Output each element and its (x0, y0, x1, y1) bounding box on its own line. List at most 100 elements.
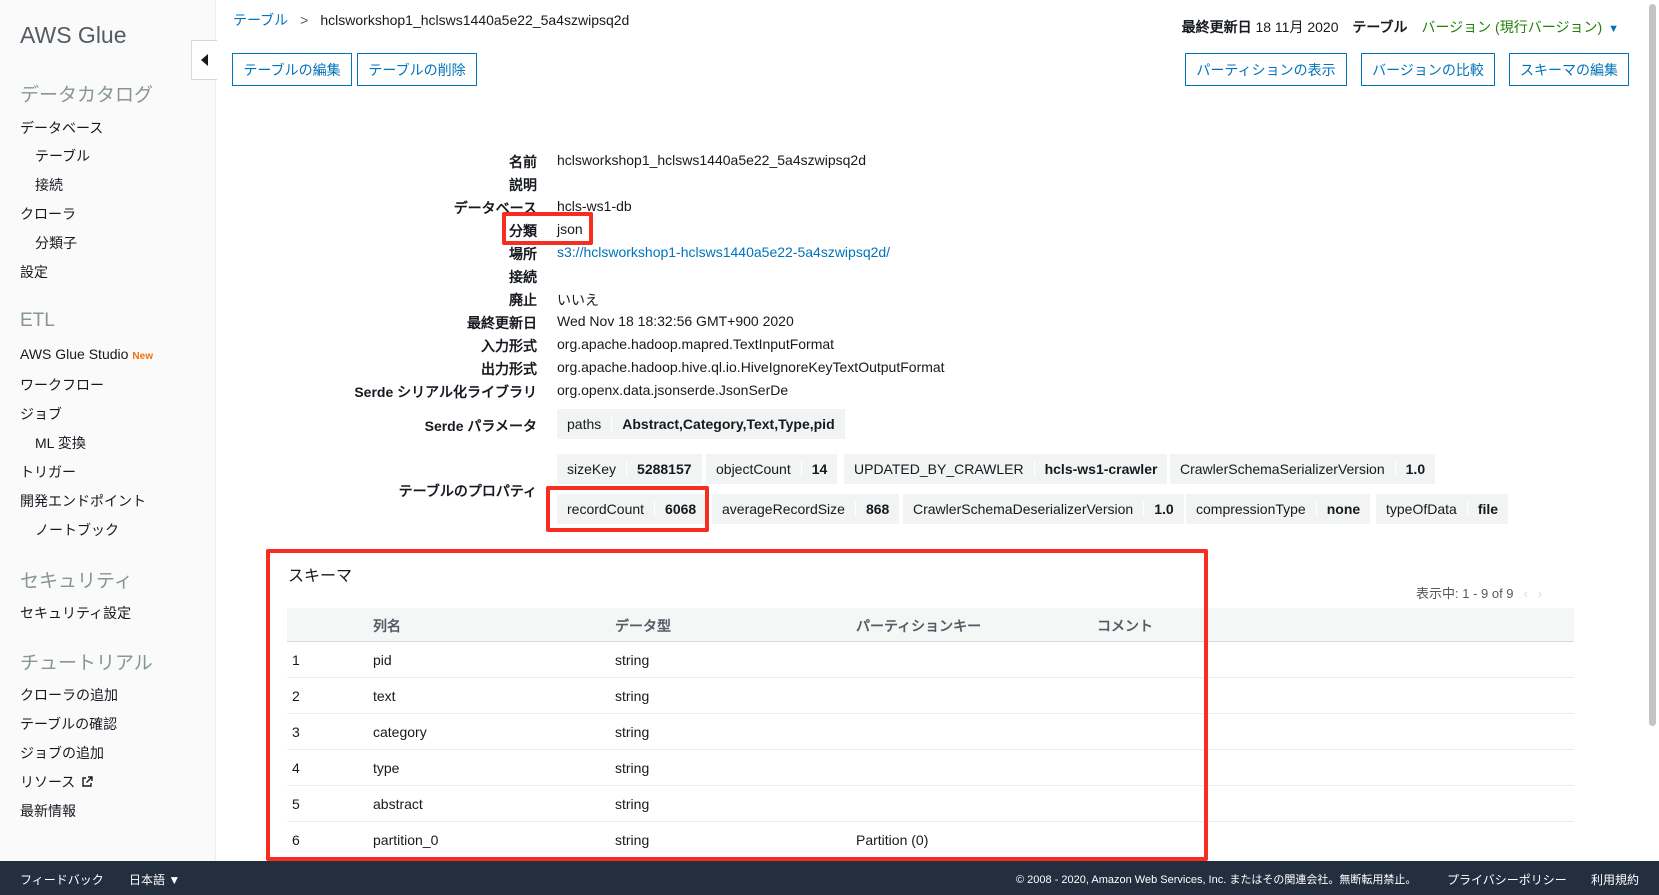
compare-versions-button[interactable]: バージョンの比較 (1361, 53, 1495, 86)
last-updated-detail-label: 最終更新日 (467, 315, 537, 331)
sidebar-item-resources-label: リソース (20, 774, 76, 790)
table-prop-chip: UPDATED_BY_CRAWLER hcls-ws1-crawler (844, 454, 1168, 484)
feedback-link[interactable]: フィードバック (20, 871, 104, 888)
table-prop-chip: CrawlerSchemaDeserializerVersion 1.0 (903, 494, 1184, 524)
output-format-label: 出力形式 (481, 361, 537, 377)
sidebar-item-security-settings[interactable]: セキュリティ設定 (20, 603, 131, 623)
last-updated-value: 18 11月 2020 (1255, 19, 1339, 35)
sidebar: AWS Glue データカタログ データベース テーブル 接続 クローラ 分類子… (0, 0, 216, 861)
terms-link[interactable]: 利用規約 (1591, 871, 1639, 888)
version-selector[interactable]: 最終更新日 18 11月 2020 テーブル バージョン (現行バージョン) ▼ (1182, 17, 1619, 37)
table-prop-value: 1.0 (1143, 501, 1183, 517)
deprecated-label: 廃止 (509, 292, 537, 308)
page-scrollbar[interactable] (1649, 4, 1656, 726)
sidebar-item-ml-transforms[interactable]: ML 変換 (35, 433, 86, 453)
sidebar-item-databases[interactable]: データベース (20, 118, 103, 138)
sidebar-item-crawlers[interactable]: クローラ (20, 204, 76, 224)
sidebar-item-resources[interactable]: リソース (20, 772, 94, 792)
table-prop-key: compressionType (1196, 501, 1306, 517)
output-format-value: org.apache.hadoop.hive.ql.io.HiveIgnoreK… (557, 359, 945, 375)
new-badge: New (132, 351, 153, 362)
sidebar-item-whats-new[interactable]: 最新情報 (20, 801, 76, 821)
name-label: 名前 (509, 154, 537, 170)
breadcrumb-tables-link[interactable]: テーブル (233, 12, 288, 28)
table-prop-value: hcls-ws1-crawler (1033, 461, 1168, 477)
table-prop-key: UPDATED_BY_CRAWLER (854, 461, 1024, 477)
table-prop-value: 14 (800, 461, 838, 477)
footer: フィードバック 日本語 ▼ © 2008 - 2020, Amazon Web … (0, 861, 1659, 895)
connection-label: 接続 (509, 269, 537, 285)
table-props-label: テーブルのプロパティ (398, 483, 537, 499)
table-prop-chip: compressionType none (1186, 494, 1371, 524)
serde-lib-value: org.openx.data.jsonserde.JsonSerDe (557, 382, 789, 398)
edit-table-button[interactable]: テーブルの編集 (232, 53, 352, 86)
schema-highlight-box (266, 549, 1208, 861)
delete-table-button[interactable]: テーブルの削除 (357, 53, 477, 86)
table-label: テーブル (1352, 19, 1408, 35)
serde-param-key: paths (567, 416, 602, 432)
breadcrumb-separator: > (300, 12, 309, 28)
table-prop-chip: sizeKey 5288157 (557, 454, 702, 484)
name-value: hclsworkshop1_hclsws1440a5e22_5a4szwipsq… (557, 152, 866, 168)
privacy-policy-link[interactable]: プライバシーポリシー (1447, 871, 1567, 888)
table-prop-key: CrawlerSchemaDeserializerVersion (913, 501, 1134, 517)
sidebar-item-triggers[interactable]: トリガー (20, 462, 76, 482)
sidebar-item-connections[interactable]: 接続 (35, 175, 63, 195)
caret-down-icon[interactable]: ▼ (1608, 23, 1619, 35)
sidebar-item-notebooks[interactable]: ノートブック (35, 520, 119, 540)
view-partitions-button[interactable]: パーティションの表示 (1185, 53, 1347, 86)
table-prop-chip: typeOfData file (1376, 494, 1509, 524)
sidebar-section-security: セキュリティ (20, 571, 133, 592)
sidebar-item-dev-endpoints[interactable]: 開発エンドポイント (20, 491, 146, 511)
collapse-sidebar-button[interactable] (191, 40, 217, 80)
sidebar-item-jobs[interactable]: ジョブ (20, 404, 62, 424)
table-prop-value: 1.0 (1394, 461, 1435, 477)
caret-left-icon (200, 54, 208, 66)
sidebar-item-tables[interactable]: テーブル (35, 146, 90, 166)
table-prop-chip: CrawlerSchemaSerializerVersion 1.0 (1170, 454, 1436, 484)
serde-param-value: Abstract,Category,Text,Type,pid (611, 416, 844, 432)
table-prop-key: typeOfData (1386, 501, 1457, 517)
schema-pager: 表示中: 1 - 9 of 9 ‹ › (1416, 583, 1542, 602)
location-label: 場所 (509, 246, 537, 262)
caret-down-icon: ▼ (168, 873, 181, 887)
table-prop-value: file (1466, 501, 1508, 517)
sidebar-item-settings[interactable]: 設定 (20, 262, 48, 282)
language-label: 日本語 (129, 873, 166, 887)
table-prop-value: 5288157 (626, 461, 702, 477)
serde-lib-label: Serde シリアル化ライブラリ (354, 384, 537, 400)
sidebar-item-add-crawler[interactable]: クローラの追加 (20, 685, 118, 705)
classification-highlight-box (502, 212, 593, 245)
table-prop-value: 868 (854, 501, 899, 517)
record-count-highlight-box (546, 486, 709, 532)
table-prop-value: none (1315, 501, 1370, 517)
prev-page-icon[interactable]: ‹ (1524, 586, 1528, 601)
copyright-text: © 2008 - 2020, Amazon Web Services, Inc.… (1016, 874, 1417, 886)
sidebar-item-classifiers[interactable]: 分類子 (35, 233, 77, 253)
language-selector[interactable]: 日本語 ▼ (129, 871, 180, 888)
table-prop-key: objectCount (716, 461, 791, 477)
sidebar-item-glue-studio-label: AWS Glue Studio (20, 346, 129, 362)
sidebar-item-explore-table[interactable]: テーブルの確認 (20, 714, 117, 734)
next-page-icon[interactable]: › (1538, 586, 1542, 601)
location-link[interactable]: s3://hclsworkshop1-hclsws1440a5e22-5a4sz… (557, 244, 890, 260)
edit-schema-button[interactable]: スキーマの編集 (1509, 53, 1629, 86)
table-prop-key: CrawlerSchemaSerializerVersion (1180, 461, 1385, 477)
serde-params-label: Serde パラメータ (424, 418, 537, 434)
table-prop-key: averageRecordSize (722, 501, 845, 517)
description-label: 説明 (509, 177, 537, 193)
sidebar-item-glue-studio[interactable]: AWS Glue Studio New (20, 346, 153, 362)
sidebar-section-etl: ETL (20, 310, 55, 331)
sidebar-item-add-job[interactable]: ジョブの追加 (20, 743, 104, 763)
sidebar-item-workflows[interactable]: ワークフロー (20, 375, 104, 395)
table-prop-chip: objectCount 14 (706, 454, 838, 484)
external-link-icon (82, 776, 94, 787)
input-format-label: 入力形式 (481, 338, 537, 354)
table-prop-key: sizeKey (567, 461, 617, 477)
breadcrumb-current: hclsworkshop1_hclsws1440a5e22_5a4szwipsq… (320, 12, 630, 28)
breadcrumb: テーブル > hclsworkshop1_hclsws1440a5e22_5a4sz… (233, 10, 629, 30)
serde-param-chip: paths Abstract,Category,Text,Type,pid (557, 409, 845, 439)
version-value[interactable]: バージョン (現行バージョン) (1421, 19, 1602, 35)
sidebar-section-data-catalog: データカタログ (20, 85, 154, 106)
brand-title[interactable]: AWS Glue (20, 22, 127, 49)
